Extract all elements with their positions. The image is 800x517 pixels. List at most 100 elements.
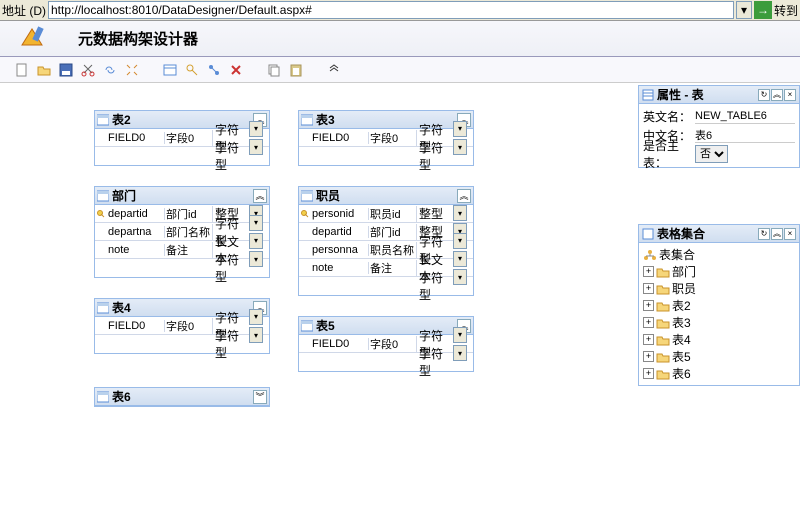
table-icon[interactable] [162,62,178,78]
expander-icon[interactable]: + [643,334,654,345]
table-box-table4[interactable]: 表4 ︽ FIELD0字段0字符型▾ 字符型▾ [94,298,270,354]
tree-item[interactable]: +表3 [643,314,795,331]
expand-button[interactable]: ︾ [253,390,267,404]
field-row[interactable]: 字符型▾ [95,259,269,277]
expander-icon[interactable]: + [643,351,654,362]
collapse-button[interactable]: ︽ [771,228,783,240]
tree-item[interactable]: +部门 [643,263,795,280]
design-canvas[interactable]: 表2 ︽ FIELD0字段0字符型▾ 字符型▾ 表3 ︽ FIELD0字段0字符… [0,83,630,517]
table-header[interactable]: 职员 ︽ [299,187,473,205]
close-button[interactable]: × [784,89,796,101]
type-dropdown[interactable]: ▾ [249,233,263,249]
address-bar: 地址 (D) ▾ → 转到 [0,0,800,21]
type-dropdown[interactable]: ▾ [453,345,467,361]
prop-label: 是否主表： [643,137,695,171]
folder-icon [656,368,670,380]
paste-icon[interactable] [288,62,304,78]
table-box-table5[interactable]: 表5 ︽ FIELD0字段0字符型▾ 字符型▾ [298,316,474,372]
key-icon[interactable] [184,62,200,78]
expander-icon[interactable]: + [643,317,654,328]
collapse-button[interactable]: ︽ [253,189,267,203]
field-row[interactable]: 字符型▾ [95,147,269,165]
type-dropdown[interactable]: ▾ [453,251,467,267]
table-icon [97,190,109,202]
collapse-button[interactable]: ︽ [771,89,783,101]
table-box-staff[interactable]: 职员 ︽ personid职员id整型▾ departid部门id整型▾ per… [298,186,474,296]
tree-item[interactable]: +表2 [643,297,795,314]
copy-icon[interactable] [266,62,282,78]
tree-item[interactable]: +表6 [643,365,795,382]
table-box-table6[interactable]: 表6 ︾ [94,387,270,407]
ismain-select[interactable]: 否 [695,145,728,163]
table-box-table3[interactable]: 表3 ︽ FIELD0字段0字符型▾ 字符型▾ [298,110,474,166]
go-button[interactable]: → [754,1,772,19]
type-dropdown[interactable]: ▾ [453,327,467,343]
prop-label: 英文名： [643,108,695,125]
table-icon [301,190,313,202]
table-icon [301,320,313,332]
property-row-enname: 英文名： [643,107,795,125]
go-label: 转到 [774,2,798,19]
type-dropdown[interactable]: ▾ [249,121,263,137]
field-row[interactable]: 字符型▾ [299,353,473,371]
table-header[interactable]: 部门 ︽ [95,187,269,205]
right-column: 属性 - 表 ↻ ︽ × 英文名： 中文名： 是否主表： 否 [638,85,800,392]
table-title: 部门 [112,187,250,204]
type-dropdown[interactable]: ▾ [453,121,467,137]
close-button[interactable]: × [784,228,796,240]
url-dropdown-button[interactable]: ▾ [736,1,752,19]
tree-item[interactable]: +职员 [643,280,795,297]
delete-icon[interactable] [228,62,244,78]
tree-item[interactable]: +表4 [643,331,795,348]
expander-icon[interactable]: + [643,283,654,294]
table-header[interactable]: 表6 ︾ [95,388,269,406]
url-input[interactable] [48,1,734,19]
cut-icon[interactable] [80,62,96,78]
save-icon[interactable] [58,62,74,78]
address-label: 地址 (D) [2,2,46,19]
collapse-button[interactable]: ︽ [457,189,471,203]
type-dropdown[interactable]: ▾ [249,139,263,155]
tree-root-icon [643,249,657,261]
type-dropdown[interactable]: ▾ [249,215,263,231]
tree-root[interactable]: 表集合 [643,246,795,263]
primary-key-icon [299,209,311,219]
type-dropdown[interactable]: ▾ [249,327,263,343]
open-folder-icon[interactable] [36,62,52,78]
field-row[interactable]: 字符型▾ [95,335,269,353]
type-dropdown[interactable]: ▾ [453,269,467,285]
folder-icon [656,334,670,346]
expand-icon[interactable] [124,62,140,78]
app-title: 元数据构架设计器 [78,28,198,49]
panel-header[interactable]: 属性 - 表 ↻ ︽ × [639,86,799,104]
refresh-button[interactable]: ↻ [758,228,770,240]
collapse-up-icon[interactable] [326,62,342,78]
type-dropdown[interactable]: ▾ [453,233,467,249]
table-body: FIELD0字段0字符型▾ 字符型▾ [95,129,269,165]
relation-icon[interactable] [206,62,222,78]
folder-icon [656,300,670,312]
type-dropdown[interactable]: ▾ [453,139,467,155]
expander-icon[interactable]: + [643,368,654,379]
expander-icon[interactable]: + [643,300,654,311]
folder-icon [656,266,670,278]
table-box-table2[interactable]: 表2 ︽ FIELD0字段0字符型▾ 字符型▾ [94,110,270,166]
expander-icon[interactable]: + [643,266,654,277]
type-dropdown[interactable]: ▾ [249,309,263,325]
type-dropdown[interactable]: ▾ [249,251,263,267]
enname-input[interactable] [695,108,795,124]
tree-label: 表集合 [659,246,695,263]
link-icon[interactable] [102,62,118,78]
field-row[interactable]: 字符型▾ [299,277,473,295]
field-row[interactable]: 字符型▾ [299,147,473,165]
table-box-dept[interactable]: 部门 ︽ departid部门id整型▾ departna部门名称字符型▾ no… [94,186,270,278]
cnname-input[interactable] [695,127,795,143]
tree-item[interactable]: +表5 [643,348,795,365]
type-dropdown[interactable]: ▾ [453,205,467,221]
folder-icon [656,317,670,329]
panel-header[interactable]: 表格集合 ↻ ︽ × [639,225,799,243]
refresh-button[interactable]: ↻ [758,89,770,101]
table-icon [97,391,109,403]
field-row[interactable]: personid职员id整型▾ [299,205,473,223]
new-document-icon[interactable] [14,62,30,78]
